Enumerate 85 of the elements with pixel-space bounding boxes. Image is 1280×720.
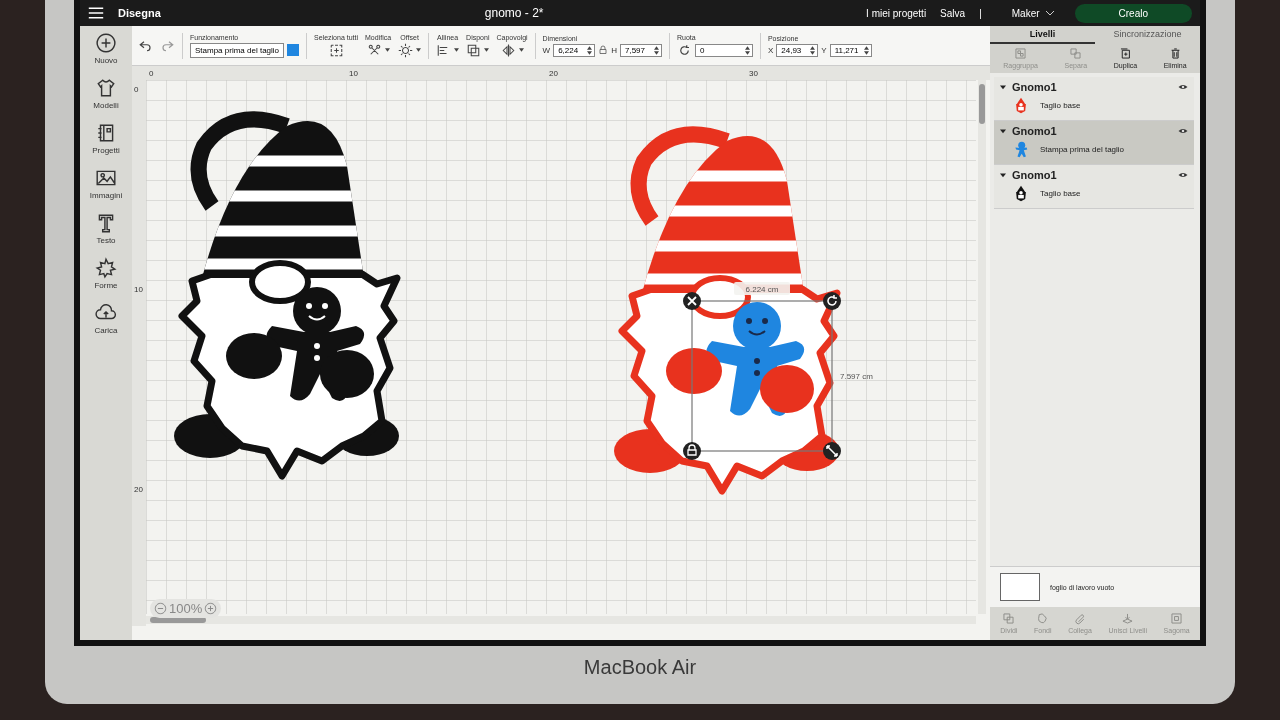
select-all-icon — [328, 42, 344, 58]
sidebar-item[interactable]: Progetti — [92, 122, 120, 155]
sidebar-item[interactable]: Nuovo — [94, 32, 118, 65]
layer-item[interactable]: Gnomo1 Taglio base — [994, 165, 1194, 209]
ruler-label: 10 — [349, 69, 358, 78]
height-dimension: 7.597 cm — [840, 372, 873, 381]
zoom-out-icon[interactable] — [154, 602, 167, 615]
width-field[interactable]: 6,224 — [553, 43, 596, 57]
device-label: MacBook Air — [583, 656, 697, 679]
eye-icon[interactable] — [1178, 170, 1188, 180]
ruler-label: 0 — [149, 69, 154, 78]
ruler-label: 20 — [549, 69, 558, 78]
rotation-field[interactable]: 0 — [694, 43, 753, 57]
sun-icon — [398, 42, 414, 58]
header-link[interactable]: Salva — [940, 7, 966, 19]
contour-icon — [1170, 612, 1184, 625]
spinner-icon — [810, 45, 816, 55]
spinner-icon — [653, 45, 659, 55]
caret-icon[interactable] — [1000, 128, 1006, 134]
x-field[interactable]: 24,93 — [776, 43, 819, 57]
sidebar-item[interactable]: Carica — [94, 302, 118, 335]
color-swatch[interactable] — [287, 44, 300, 56]
operation-dropdown[interactable]: Stampa prima del taglio — [190, 42, 285, 58]
project-title: gnomo - 2* — [484, 6, 545, 20]
layer-item[interactable]: Gnomo1 Stampa prima del taglio — [994, 121, 1194, 165]
workspace-title: Disegna — [118, 7, 161, 19]
sidebar-item[interactable]: Modelli — [93, 77, 119, 110]
weld-icon — [1036, 612, 1050, 625]
sidebar-item[interactable]: Testo — [95, 212, 117, 245]
duplicate-icon — [1118, 47, 1132, 60]
header-link[interactable]: I miei progetti — [866, 7, 927, 19]
width-dimension: 6.224 cm — [745, 285, 779, 294]
flip-icon — [500, 42, 516, 58]
layer-name: Gnomo1 — [1012, 81, 1058, 93]
stacked-squares-icon — [466, 42, 482, 58]
sidebar-item[interactable]: Immagini — [89, 167, 123, 200]
flatten-icon — [1121, 612, 1135, 625]
panel-tab[interactable]: Sincronizzazione — [1095, 26, 1200, 44]
sidebar-item[interactable]: Forme — [94, 257, 118, 290]
machine-dropdown[interactable]: Maker — [1005, 6, 1061, 20]
zoom-in-icon[interactable] — [204, 602, 218, 615]
y-label: Y — [821, 45, 827, 55]
spinner-icon — [863, 45, 869, 55]
selection-box[interactable] — [691, 300, 833, 452]
caret-icon[interactable] — [1000, 172, 1006, 178]
menu-icon[interactable] — [88, 7, 104, 19]
ruler-label: 20 — [134, 485, 143, 494]
layer-operation: Taglio base — [1040, 189, 1081, 198]
spinner-icon — [587, 45, 593, 55]
redo-icon[interactable] — [160, 38, 175, 53]
lock-icon[interactable] — [683, 442, 701, 460]
gnome-drawing[interactable] — [174, 111, 401, 480]
layer-name: Gnomo1 — [1012, 169, 1058, 181]
close-icon[interactable] — [683, 292, 701, 310]
eye-icon[interactable] — [1178, 126, 1188, 136]
ruler-label: 10 — [134, 285, 143, 294]
t-shirt-icon — [95, 77, 117, 99]
ruler-label: 30 — [749, 69, 758, 78]
group-icon — [1014, 47, 1028, 60]
y-field[interactable]: 11,271 — [829, 43, 872, 57]
zoom-level: 100% — [169, 601, 203, 616]
eye-icon[interactable] — [1178, 82, 1188, 92]
ruler-label: 0 — [134, 85, 139, 94]
rotate-icon[interactable] — [823, 292, 841, 310]
separator-text: | — [979, 7, 982, 19]
height-field[interactable]: 7,597 — [619, 43, 662, 57]
caret-icon[interactable] — [1000, 84, 1006, 90]
layer-name: Gnomo1 — [1012, 125, 1058, 137]
undo-icon[interactable] — [138, 38, 153, 53]
star-shape-icon — [95, 257, 117, 279]
height-label: H — [611, 45, 617, 55]
chevron-down-icon — [1044, 10, 1055, 16]
ungroup-icon — [1069, 47, 1083, 60]
layer-operation: Stampa prima del taglio — [1040, 145, 1125, 154]
x-label: X — [767, 45, 774, 55]
layer-item[interactable]: Gnomo1 Taglio base — [994, 77, 1194, 121]
spinner-icon — [744, 45, 750, 55]
width-label: W — [542, 45, 551, 55]
canvas-swatch — [1000, 573, 1040, 601]
resize-icon[interactable] — [823, 442, 841, 460]
scrollbar-thumb[interactable] — [979, 84, 985, 124]
layer-operation: Taglio base — [1040, 101, 1081, 110]
make-it-button[interactable]: Crealo — [1074, 3, 1192, 23]
slice-icon — [1002, 612, 1016, 625]
paperclip-icon — [1073, 612, 1087, 625]
